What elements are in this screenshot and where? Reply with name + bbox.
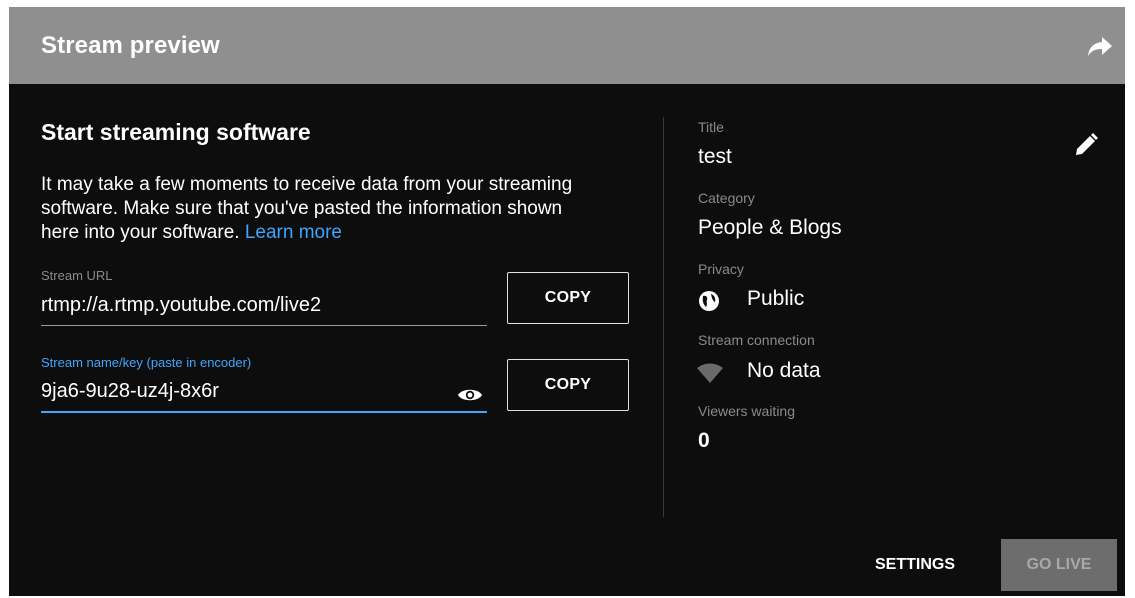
connection-value: No data bbox=[747, 359, 821, 382]
privacy-value: Public bbox=[747, 287, 805, 310]
page-title: Stream preview bbox=[41, 32, 220, 59]
panel-header: Stream preview bbox=[9, 7, 1125, 84]
stream-url-underline bbox=[41, 325, 487, 326]
wifi-signal-icon bbox=[697, 363, 723, 383]
section-heading: Start streaming software bbox=[41, 119, 311, 145]
viewers-value: 0 bbox=[698, 429, 710, 452]
privacy-label: Privacy bbox=[698, 261, 744, 277]
eye-icon[interactable] bbox=[457, 386, 483, 404]
category-value: People & Blogs bbox=[698, 216, 842, 239]
stream-url-field[interactable]: rtmp://a.rtmp.youtube.com/live2 bbox=[41, 294, 321, 317]
globe-icon bbox=[699, 291, 719, 311]
setup-description: It may take a few moments to receive dat… bbox=[41, 173, 601, 245]
stream-preview-panel: Stream preview Start streaming software … bbox=[9, 7, 1125, 596]
stream-key-field[interactable]: 9ja6-9u28-uz4j-8x6r bbox=[41, 380, 219, 403]
stream-key-label: Stream name/key (paste in encoder) bbox=[41, 355, 252, 370]
settings-button[interactable]: SETTINGS bbox=[855, 550, 975, 580]
title-label: Title bbox=[698, 119, 724, 135]
viewers-label: Viewers waiting bbox=[698, 403, 796, 419]
title-value: test bbox=[698, 145, 732, 168]
category-label: Category bbox=[698, 190, 755, 206]
go-live-button[interactable]: GO LIVE bbox=[1001, 539, 1117, 591]
stream-url-label: Stream URL bbox=[41, 268, 113, 283]
share-arrow-icon[interactable] bbox=[1087, 35, 1113, 57]
copy-key-button[interactable]: COPY bbox=[507, 359, 629, 411]
stream-key-underline bbox=[41, 411, 487, 413]
column-divider bbox=[663, 117, 664, 517]
learn-more-link[interactable]: Learn more bbox=[245, 222, 342, 243]
copy-url-button[interactable]: COPY bbox=[507, 272, 629, 324]
connection-label: Stream connection bbox=[698, 332, 815, 348]
pencil-icon[interactable] bbox=[1073, 132, 1099, 158]
